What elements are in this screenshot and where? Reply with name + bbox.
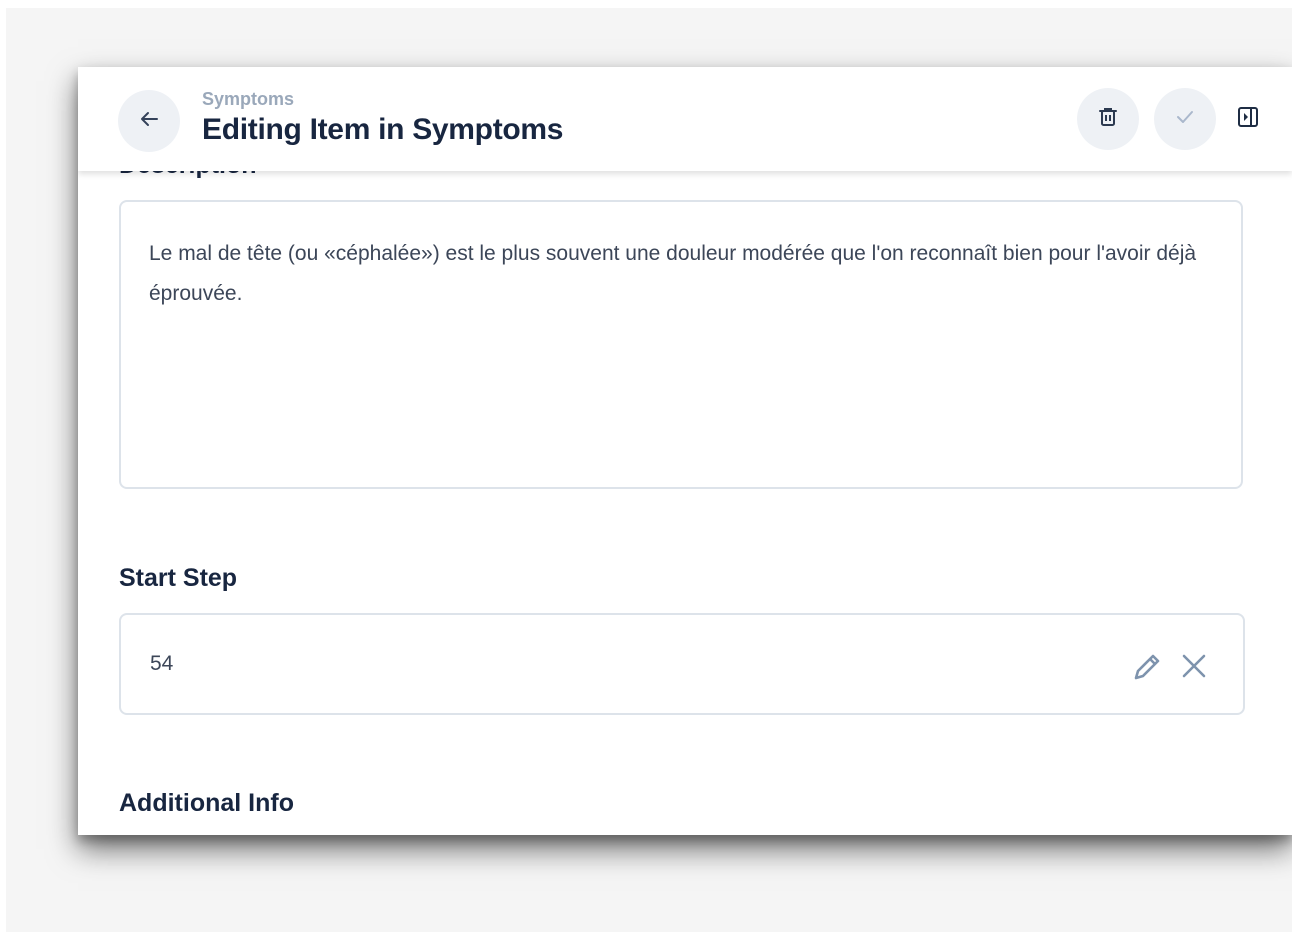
- start-step-label: Start Step: [119, 564, 238, 592]
- trash-icon: [1097, 106, 1119, 133]
- delete-button[interactable]: [1077, 88, 1139, 150]
- app-backdrop: Description Le mal de tête (ou «céphalée…: [6, 8, 1292, 932]
- drawer-header: Symptoms Editing Item in Symptoms: [78, 67, 1292, 171]
- breadcrumb[interactable]: Symptoms: [202, 89, 294, 110]
- description-textarea[interactable]: Le mal de tête (ou «céphalée») est le pl…: [119, 200, 1243, 489]
- save-button[interactable]: [1154, 88, 1216, 150]
- pencil-icon[interactable]: [1129, 649, 1165, 685]
- page-title: Editing Item in Symptoms: [202, 113, 564, 146]
- additional-info-label: Additional Info: [119, 789, 294, 817]
- start-step-value: 54: [150, 652, 174, 675]
- sidebar-collapse-icon: [1236, 105, 1260, 134]
- edit-item-drawer: Description Le mal de tête (ou «céphalée…: [78, 67, 1292, 835]
- check-icon: [1174, 106, 1196, 133]
- form-content: Description Le mal de tête (ou «céphalée…: [78, 67, 1292, 835]
- start-step-field[interactable]: 54: [119, 613, 1245, 715]
- back-button[interactable]: [118, 90, 180, 152]
- close-icon[interactable]: [1179, 651, 1209, 681]
- toggle-panel-button[interactable]: [1234, 105, 1262, 133]
- arrow-left-icon: [137, 107, 161, 136]
